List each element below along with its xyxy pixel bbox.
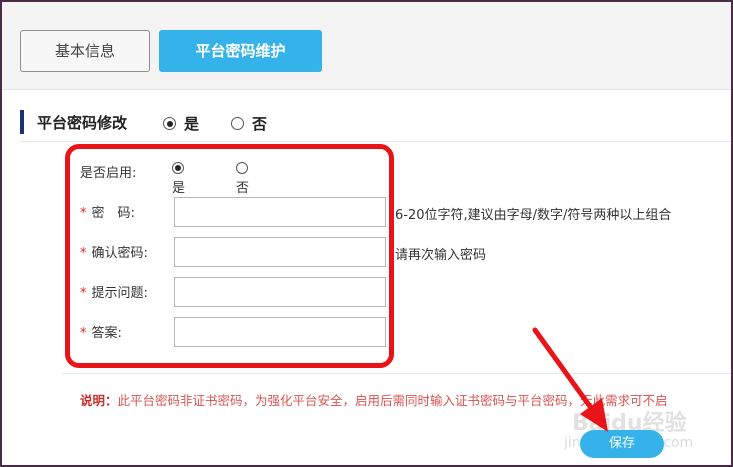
page-frame: 基本信息 平台密码维护 平台密码修改 是 否 是否启用: 是 否 * 密 码: 6… xyxy=(2,2,731,465)
annotation-arrow-icon xyxy=(532,327,608,432)
